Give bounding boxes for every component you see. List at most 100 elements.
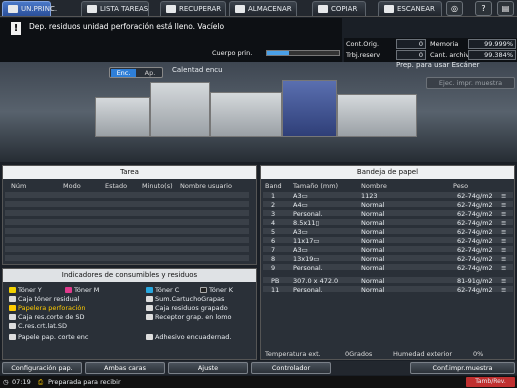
tray-cell-p: 62-74g/m2 [457,255,493,263]
mode-enc[interactable]: Enc. [111,69,136,77]
tray-level-icon: ≡ [501,210,507,218]
job-row[interactable] [5,201,249,208]
tab-copiar[interactable]: COPIAR [312,1,366,16]
tray-cell-b: 7 [271,246,276,254]
temp-label: Temperatura ext. [265,350,321,358]
tray-cell-t: A4▭ [293,201,308,209]
tab-lista-tareas[interactable]: LISTA TAREAS [81,1,149,16]
sample-print-button[interactable]: Ejec. impr. muestra [426,77,515,89]
side-trim-icon [9,323,16,329]
tray-cell-b: 5 [271,228,276,236]
mode-ap[interactable]: Ap. [138,69,162,77]
tray-cell-n: Normal [361,286,385,294]
job-row[interactable] [5,192,249,199]
tray-cell-b: 2 [271,201,276,209]
tray-cell-n: 1123 [361,192,378,200]
tray-cell-t: 11x17▭ [293,237,320,245]
tray-cell-n: Normal [361,277,385,285]
home-icon [8,5,18,13]
spine-staple-icon [146,314,153,320]
status-message: Dep. residuos unidad perforación está ll… [29,22,225,31]
tray-cell-b: PB [271,277,280,285]
tray-level-icon: ≡ [501,201,507,209]
job-panel: Tarea Núm Modo Estado Minuto(s) Nombre u… [2,165,257,265]
humidity-value: 0% [473,350,484,358]
toner-y: Tóner Y [9,286,42,295]
cant-label: Cant. archiv. [430,51,471,59]
job-row[interactable] [5,228,249,235]
stacker-unit [337,94,417,137]
adjust-button[interactable]: Ajuste [168,362,248,374]
caja-res-corte-sd: Caja res.corte de SD [9,313,85,322]
tray-cell-t: A3▭ [293,246,308,254]
punch-waste-warning-icon [9,305,16,311]
tray-level-icon: ≡ [501,255,507,263]
job-row[interactable] [5,210,249,217]
printer-status-icon: ⎙ [38,378,44,386]
machine-icon[interactable]: ◎ [446,1,463,16]
col-minutos: Minuto(s) [142,182,173,190]
memoria-label: Memoria [430,40,459,48]
cont-orig-value: 0 [396,39,426,49]
tray-cell-t: Personal. [293,210,323,218]
scanner-unit [150,82,210,137]
tray-cell-n: Normal [361,210,385,218]
warning-icon: ! [11,22,21,35]
tray-cell-p: 62-74g/m2 [457,246,493,254]
feeder-unit [95,97,150,137]
power-mode-toggle[interactable]: Enc. Ap. [109,67,163,78]
job-row[interactable] [5,246,249,253]
trim-waste-icon [9,314,16,320]
job-row[interactable] [5,219,249,226]
temp-value: 0Grados [345,350,373,358]
tray-cell-t: A3▭ [293,228,308,236]
tray-cell-p: 62-74g/m2 [457,264,493,272]
papele-pap-corte-enc: Papele pap. corte enc [9,333,89,342]
tray-cell-n: Normal [361,228,385,236]
sample-print-setup-button[interactable]: Conf.impr.muestra [410,362,515,374]
staple-waste-icon [146,305,153,311]
col-nombre: Nombre usuario [180,182,232,190]
tab-almacenar[interactable]: ALMACENAR [229,1,297,16]
toner-k-icon [200,287,207,293]
duplex-button[interactable]: Ambas caras [85,362,165,374]
col-tamano: Tamaño (mm) [293,182,339,190]
tray-cell-n: Normal [361,201,385,209]
scanner-status: Prep. para usar Escáner [396,61,480,69]
scanner-icon [384,5,394,13]
help-icon[interactable]: ? [475,1,492,16]
tamb-rev-badge[interactable]: Tamb/Rev. [466,377,515,387]
tray-level-icon: ≡ [501,219,507,227]
col-estado: Estado [105,182,128,190]
col-nombre-papel: Nombre [361,182,387,190]
tab-escanear[interactable]: ESCANEAR [378,1,442,16]
clock-icon: ◷ [3,378,9,386]
staple-icon [146,296,153,302]
cover-trim-icon [9,334,16,340]
job-row[interactable] [5,237,249,244]
tab-bar: UN.PRINC. LISTA TAREAS RECUPERAR ALMACEN… [0,0,517,17]
tray-level-icon: ≡ [501,192,507,200]
tab-un-princ[interactable]: UN.PRINC. [2,1,57,16]
toner-k: Tóner K [200,286,233,295]
clock-time: 07:19 [12,378,31,386]
controller-button[interactable]: Controlador [251,362,331,374]
tray-cell-t: 8.5x11▯ [293,219,320,227]
job-row[interactable] [5,255,249,262]
tray-cell-p: 62-74g/m2 [457,286,493,294]
tray-cell-n: Normal [361,255,385,263]
settings-icon[interactable]: ▤ [497,1,514,16]
receptor-grap-lomo: Receptor grap. en lomo [146,313,232,322]
cuerpo-progress-fill [267,51,289,55]
tray-level-icon: ≡ [501,237,507,245]
tray-cell-t: 307.0 x 472.0 [293,277,339,285]
tray-level-icon: ≡ [501,228,507,236]
sum-cartucho-grapas: Sum.CartuchoGrapas [146,295,224,304]
tray-level-icon: ≡ [501,246,507,254]
paper-setup-button[interactable]: Configuración pap. [2,362,82,374]
tray-cell-p: 62-74g/m2 [457,201,493,209]
tray-cell-n: Normal [361,219,385,227]
tab-recuperar[interactable]: RECUPERAR [160,1,226,16]
list-icon [87,5,97,13]
save-icon [235,5,245,13]
